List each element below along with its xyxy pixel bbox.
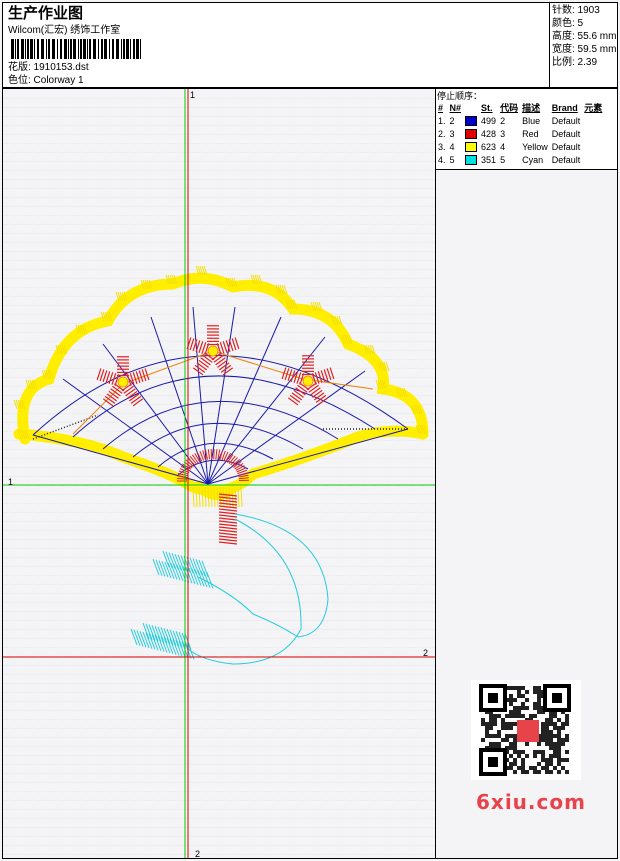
design-file-label: 花版: 1910153.dst [8,62,89,73]
col-element: 元素 [584,103,603,113]
row-element [582,153,604,166]
row-index: 2. [438,128,446,139]
cyan-cord [187,513,329,665]
row-index: 3. [438,141,446,152]
watermark-site: 6xiu.com [476,790,586,814]
cyan-leaves [130,550,214,660]
guide-label-v2: 2 [195,849,201,859]
table-row[interactable]: 1. 2 499 2 Blue Default [436,114,604,127]
col-brand: Brand [551,102,578,113]
row-desc: Red [522,128,539,139]
row-needle: 5 [449,154,455,165]
row-stitches: 623 [481,141,497,152]
barcode-image [11,39,141,59]
flower-centers [117,345,314,388]
sheet-header: 生产作业图 Wilcom(汇宏) 绣饰工作室 花版: 1910153.dst 色… [2,2,618,88]
col-color [463,101,479,114]
sheet-title: 生产作业图 [8,5,84,22]
guide-label-v1: 1 [190,90,196,100]
color-swatch-cell [463,114,479,127]
guide-label-h1: 1 [8,477,14,487]
guide-lines [3,89,435,858]
row-index: 4. [438,154,446,165]
row-brand: Default [551,115,581,126]
red-flowers [96,325,335,407]
table-header-row: # N# St. 代码 描述 Brand 元素 [436,101,604,114]
row-index: 1. [438,115,446,126]
row-needle: 4 [449,141,455,152]
row-stitches: 499 [481,115,497,126]
row-element [582,140,604,153]
embroidery-drawing [3,89,435,858]
col-needle: N# [449,102,462,113]
qr-code-image [471,680,581,780]
row-stitches: 428 [481,128,497,139]
production-sheet: 生产作业图 Wilcom(汇宏) 绣饰工作室 花版: 1910153.dst 色… [0,0,620,861]
row-brand: Default [551,128,581,139]
design-info-panel: 生产作业图 Wilcom(汇宏) 绣饰工作室 花版: 1910153.dst 色… [3,3,550,87]
stop-sequence-panel: 停止顺序： # N# St. 代码 描述 Brand 元素 1. 2 499 2… [436,88,618,170]
color-swatch [465,115,478,126]
stitch-count: 针数: 1903 [552,5,600,16]
color-swatch-cell [463,153,479,166]
row-element [582,127,604,140]
color-swatch [465,154,478,165]
row-desc: Yellow [522,141,548,152]
red-tassel-knot [218,493,238,545]
row-code: 2 [500,115,506,126]
guide-label-h2: 2 [423,648,429,658]
color-swatch-cell [463,127,479,140]
color-count: 颜色: 5 [552,18,584,29]
row-code: 3 [500,128,506,139]
design-canvas[interactable]: 1 2 1 2 [2,88,436,859]
color-swatch-cell [463,140,479,153]
row-brand: Default [551,154,581,165]
row-needle: 2 [449,115,455,126]
col-stitches: St. [481,102,493,113]
col-code: 代码 [500,103,519,113]
color-swatch [465,141,478,152]
design-height: 高度: 55.6 mm [552,31,617,42]
row-element [582,114,604,127]
row-code: 5 [500,154,506,165]
stats-panel: 针数: 1903 颜色: 5 高度: 55.6 mm 宽度: 59.5 mm 比… [550,3,618,87]
stop-sequence-table: # N# St. 代码 描述 Brand 元素 1. 2 499 2 Blue … [436,101,604,166]
col-desc: 描述 [522,103,541,113]
row-desc: Cyan [522,154,544,165]
table-row[interactable]: 4. 5 351 5 Cyan Default [436,153,604,166]
colorway-label: 色位: Colorway 1 [8,75,84,86]
row-code: 4 [500,141,506,152]
row-desc: Blue [522,115,541,126]
col-index: # [438,102,444,113]
row-needle: 3 [449,128,455,139]
color-swatch [465,128,478,139]
company-name: Wilcom(汇宏) 绣饰工作室 [8,25,121,36]
canvas-hatching [3,97,435,856]
row-stitches: 351 [481,154,497,165]
table-row[interactable]: 2. 3 428 3 Red Default [436,127,604,140]
table-row[interactable]: 3. 4 623 4 Yellow Default [436,140,604,153]
design-width: 宽度: 59.5 mm [552,44,617,55]
row-brand: Default [551,141,581,152]
design-scale: 比例: 2.39 [552,57,598,68]
